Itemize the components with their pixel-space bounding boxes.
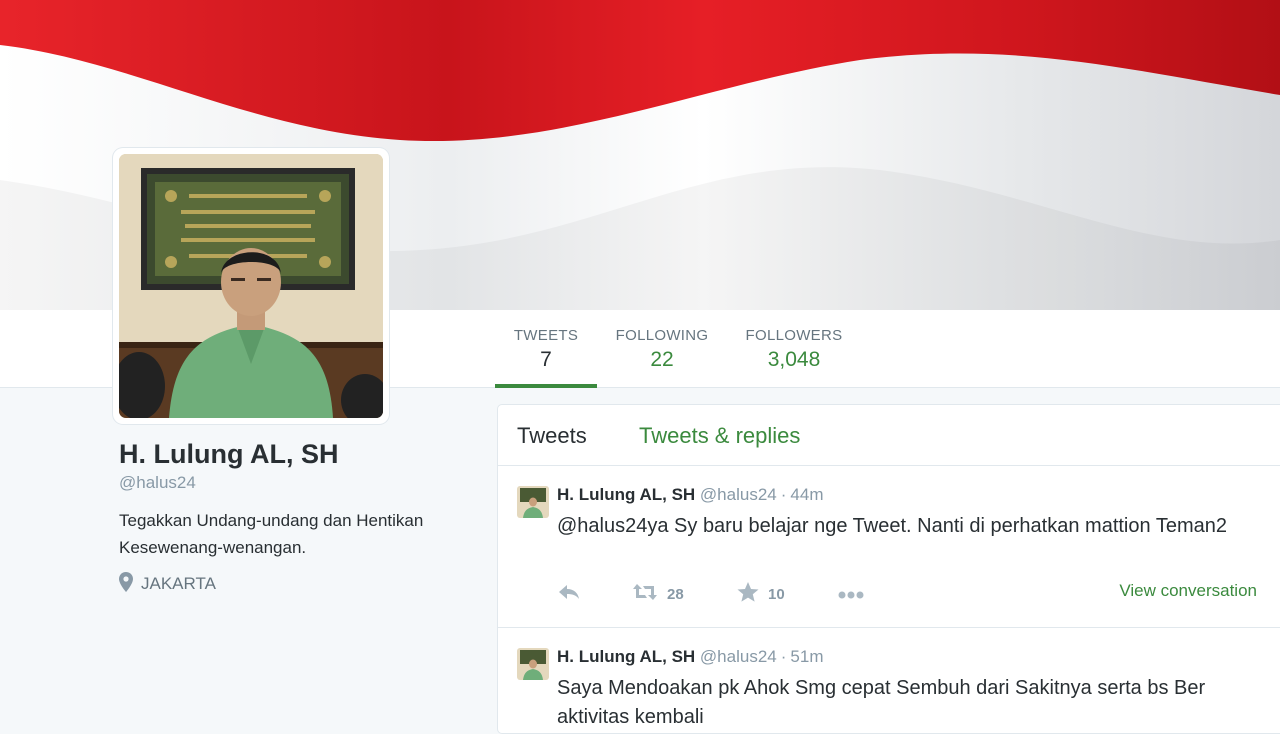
stat-tweets[interactable]: TWEETS 7	[495, 310, 597, 388]
stat-tweets-value: 7	[540, 348, 552, 371]
favorite-star-icon	[737, 582, 759, 606]
tweet-item[interactable]: H. Lulung AL, SH @halus24 · 44m @halus24ya…	[498, 466, 1280, 628]
timeline: Tweets Tweets & replies H. Lulung AL, SH…	[497, 404, 1280, 734]
tweet-item[interactable]: H. Lulung AL, SH @halus24 · 51m Saya Mendo…	[498, 628, 1280, 733]
reply-button[interactable]	[557, 579, 581, 609]
tweet-header: H. Lulung AL, SH @halus24 · 51m	[557, 647, 823, 667]
retweet-count: 28	[667, 585, 684, 603]
tab-tweets-and-replies[interactable]: Tweets & replies	[639, 423, 800, 449]
profile-handle[interactable]: @halus24	[119, 473, 196, 493]
timeline-tabs: Tweets Tweets & replies	[498, 405, 1280, 466]
favorite-count: 10	[768, 585, 785, 603]
stat-following[interactable]: FOLLOWING 22	[612, 310, 712, 388]
tweet-avatar[interactable]	[517, 648, 549, 680]
tweet-author-handle[interactable]: @halus24	[700, 485, 777, 504]
stat-followers[interactable]: FOLLOWERS 3,048	[742, 310, 846, 388]
location-pin-icon	[119, 572, 133, 597]
tweet-timestamp[interactable]: 51m	[790, 647, 823, 666]
favorite-button[interactable]: 10	[737, 579, 785, 609]
profile-location: JAKARTA	[119, 572, 216, 597]
tab-tweets[interactable]: Tweets	[517, 423, 587, 449]
tweet-avatar[interactable]	[517, 486, 549, 518]
more-button[interactable]	[838, 579, 864, 609]
profile-bio: Tegakkan Undang-undang dan Hentikan Kese…	[119, 511, 424, 557]
tweet-timestamp[interactable]: 44m	[790, 485, 823, 504]
tweet-author-name[interactable]: H. Lulung AL, SH	[557, 647, 695, 666]
tweet-text: Saya Mendoakan pk Ahok Smg cepat Sembuh …	[557, 677, 1206, 728]
stat-tweets-label: TWEETS	[513, 327, 579, 344]
retweet-button[interactable]: 28	[632, 579, 684, 609]
tweet-separator: ·	[780, 485, 787, 504]
tweet-header: H. Lulung AL, SH @halus24 · 44m	[557, 485, 823, 505]
tweet-author-name[interactable]: H. Lulung AL, SH	[557, 485, 695, 504]
tweet-separator: ·	[780, 647, 787, 666]
more-icon	[838, 586, 864, 603]
tweet-author-handle[interactable]: @halus24	[700, 647, 777, 666]
stat-followers-label: FOLLOWERS	[745, 327, 843, 344]
stat-followers-value: 3,048	[767, 348, 821, 371]
profile-name: H. Lulung AL, SH	[119, 439, 339, 469]
stat-following-value: 22	[650, 348, 674, 371]
tweet-text: @halus24ya Sy baru belajar nge Tweet. Na…	[557, 515, 1227, 537]
tweet-actions: 28 10 View conversation	[557, 579, 1257, 609]
reply-icon	[557, 583, 581, 605]
view-conversation-link[interactable]: View conversation	[1119, 581, 1257, 601]
profile-avatar[interactable]	[113, 148, 389, 424]
stat-following-label: FOLLOWING	[615, 327, 709, 344]
avatar-photo	[119, 154, 383, 418]
profile-location-text: JAKARTA	[141, 573, 216, 593]
retweet-icon	[632, 583, 658, 605]
